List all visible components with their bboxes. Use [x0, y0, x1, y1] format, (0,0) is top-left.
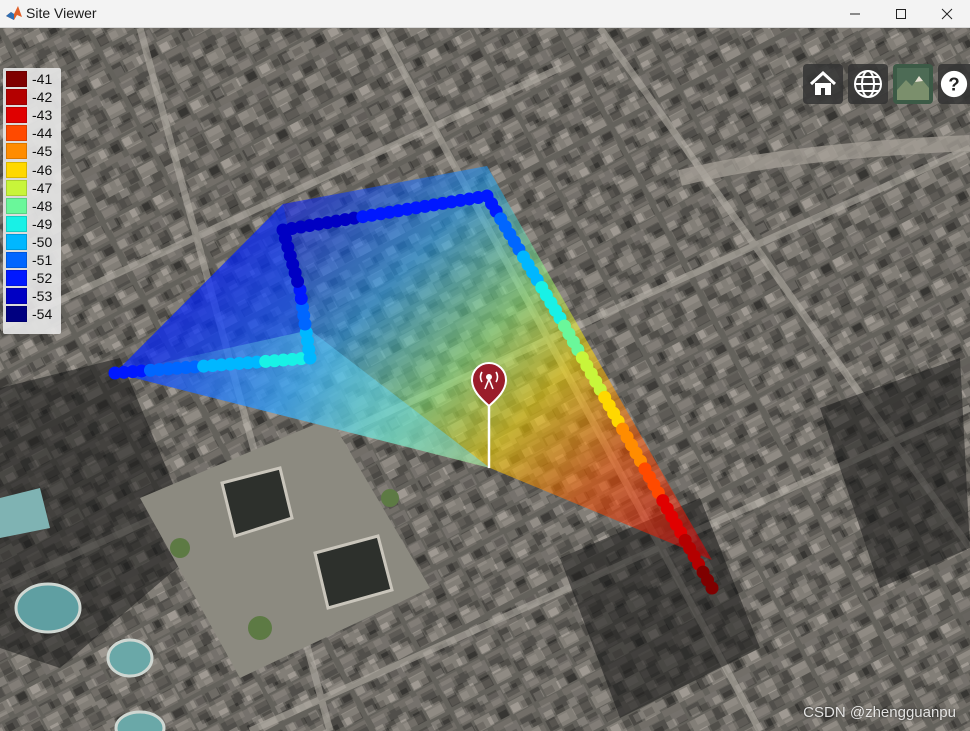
legend-swatch — [6, 215, 27, 232]
legend-swatch — [6, 270, 27, 287]
legend-label: -46 — [32, 161, 53, 178]
legend-item: -54 — [3, 305, 61, 323]
basemap-button[interactable] — [893, 64, 933, 104]
legend-swatch — [6, 107, 27, 124]
watermark: CSDN @zhengguanpu — [803, 704, 956, 721]
legend-item: -52 — [3, 269, 61, 287]
legend-item: -47 — [3, 179, 61, 197]
legend-label: -47 — [32, 179, 53, 196]
legend-swatch — [6, 306, 27, 323]
legend-label: -51 — [32, 251, 53, 268]
legend-item: -41 — [3, 70, 61, 88]
legend-swatch — [6, 125, 27, 142]
legend-label: -49 — [32, 215, 53, 232]
legend-label: -54 — [32, 306, 53, 323]
legend-label: -41 — [32, 71, 53, 88]
home-button[interactable] — [803, 64, 843, 104]
legend-label: -44 — [32, 125, 53, 142]
legend-swatch — [6, 89, 27, 106]
legend-swatch — [6, 197, 27, 214]
legend-swatch — [6, 288, 27, 305]
legend-swatch — [6, 179, 27, 196]
legend-label: -42 — [32, 89, 53, 106]
satellite-scene[interactable] — [0, 28, 970, 731]
legend-swatch — [6, 71, 27, 88]
legend-swatch — [6, 161, 27, 178]
close-button[interactable] — [924, 0, 970, 28]
globe-icon — [854, 70, 882, 98]
legend-label: -45 — [32, 143, 53, 160]
legend-item: -48 — [3, 197, 61, 215]
legend-item: -43 — [3, 106, 61, 124]
boundary-marker — [705, 581, 719, 595]
legend-item: -50 — [3, 233, 61, 251]
minimize-button[interactable] — [832, 0, 878, 28]
matlab-app-icon — [6, 6, 22, 20]
legend-swatch — [6, 143, 27, 160]
minimize-icon — [850, 13, 860, 15]
legend-item: -49 — [3, 215, 61, 233]
legend-item: -46 — [3, 160, 61, 178]
globe-button[interactable] — [848, 64, 888, 104]
close-icon — [941, 8, 953, 20]
viewer-toolbar: ? — [803, 64, 970, 108]
window-title: Site Viewer — [26, 5, 97, 21]
svg-text:?: ? — [948, 74, 959, 95]
maximize-icon — [896, 9, 906, 19]
terrain-thumbnail-icon — [897, 68, 929, 100]
legend-label: -52 — [32, 270, 53, 287]
legend-swatch — [6, 251, 27, 268]
legend-label: -48 — [32, 197, 53, 214]
help-button[interactable]: ? — [938, 64, 970, 104]
legend-swatch — [6, 233, 27, 250]
question-icon: ? — [940, 70, 968, 98]
maximize-button[interactable] — [878, 0, 924, 28]
title-bar: Site Viewer — [0, 0, 970, 28]
legend-item: -44 — [3, 124, 61, 142]
legend-label: -50 — [32, 233, 53, 250]
legend-item: -53 — [3, 287, 61, 305]
legend-label: -53 — [32, 288, 53, 305]
legend-item: -42 — [3, 88, 61, 106]
legend-item: -45 — [3, 142, 61, 160]
legend-label: -43 — [32, 107, 53, 124]
map-view[interactable]: -41 -42 -43 -44 -45 -46 -47 -48 -49 -50 -51 -52 -53-… — [0, 28, 970, 731]
signal-strength-legend: -41 -42 -43 -44 -45 -46 -47 -48 -49 -50 -51 -52 -53-… — [3, 68, 61, 334]
legend-item: -51 — [3, 251, 61, 269]
home-icon — [809, 70, 837, 95]
